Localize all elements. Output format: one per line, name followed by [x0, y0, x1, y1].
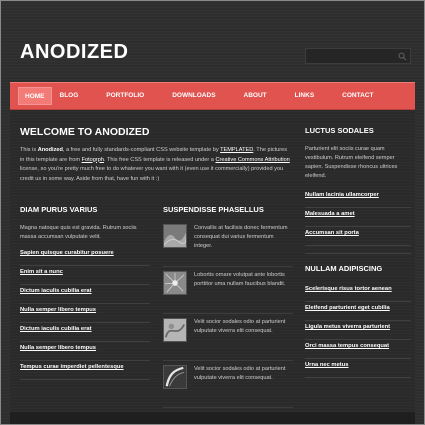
welcome-title: WELCOME TO ANODIZED	[20, 126, 150, 138]
search-input[interactable]	[306, 53, 410, 68]
sidebar-link-list: Scelerisque risus tortor aenean Eleifend…	[305, 283, 411, 378]
sidebar-link[interactable]: Malesuada a amet	[305, 208, 411, 227]
sidebar: LUCTUS SODALES Parturient elit sociis cu…	[305, 126, 411, 378]
item-text: Velit socior sodales odio at parturient …	[194, 366, 286, 381]
divider	[305, 253, 411, 254]
sidebar-link[interactable]: Ligula metus viverra parturient	[305, 321, 411, 340]
sidebar-link-list: Nullam lacinia ullamcorper Malesuada a a…	[305, 189, 411, 246]
nav-item-downloads[interactable]: DOWNLOADS	[158, 87, 229, 105]
column-suspendisse: SUSPENDISSE PHASELLUS Convallis at facil…	[163, 205, 293, 412]
sidebar-title: NULLAM ADIPISCING	[305, 264, 383, 273]
nav-item-links[interactable]: LINKS	[281, 87, 329, 105]
license-link[interactable]: Creative Commons Attribution	[215, 157, 289, 163]
portfolio-item: Velit socior sodales odio at parturient …	[163, 365, 293, 408]
sidebar-link[interactable]: Orci massa tempus consequat	[305, 340, 411, 359]
portfolio-item: Lobortis ornare volutpat ante lobortis p…	[163, 271, 293, 314]
nav-item-portfolio[interactable]: PORTFOLIO	[92, 87, 158, 105]
brand-name: Anodized	[37, 147, 63, 153]
list-link[interactable]: Nulla semper libero tempus	[20, 342, 150, 361]
nav-item-blog[interactable]: BLOG	[56, 87, 93, 105]
welcome-text: This is Anodized, a free and fully stand…	[20, 147, 290, 182]
main-nav: HOME BLOG PORTFOLIO DOWNLOADS ABOUT LINK…	[10, 82, 415, 110]
templated-link[interactable]: TEMPLATED	[220, 147, 253, 153]
sidebar-link[interactable]: Nullam lacinia ullamcorper	[305, 189, 411, 208]
footer-bar	[10, 412, 415, 425]
list-link[interactable]: Enim sit a nunc	[20, 266, 150, 285]
list-link[interactable]: Nulla semper libero tempus	[20, 304, 150, 323]
fotogrph-link[interactable]: Fotogrph	[82, 157, 104, 163]
thumbnail-image[interactable]	[163, 271, 187, 295]
portfolio-item: Convallis at facilisis donec fermentum c…	[163, 224, 293, 267]
item-text: Lobortis ornare volutpat ante lobortis p…	[194, 272, 286, 287]
thumbnail-image[interactable]	[163, 318, 187, 342]
list-link[interactable]: Tempus curae imperdiet pellentesque	[20, 361, 150, 380]
section-title: DIAM PURUS VARIUS	[20, 205, 98, 214]
link-list: Sapien quisque curabitur posuere Enim si…	[20, 247, 150, 380]
list-link[interactable]: Sapien quisque curabitur posuere	[20, 247, 150, 266]
sidebar-link[interactable]: Eleifend parturient eget cubilia	[305, 302, 411, 321]
portfolio-item: Velit socior sodales odio at parturient …	[163, 318, 293, 361]
thumbnail-image[interactable]	[163, 224, 187, 248]
column-diam: DIAM PURUS VARIUS Magna natoque quis est…	[20, 205, 150, 380]
sidebar-link[interactable]: Urna nec metus	[305, 359, 411, 378]
sidebar-text: Parturient elit sociis curae quam vestib…	[305, 146, 398, 179]
site-logo[interactable]: ANODIZED	[20, 41, 128, 64]
nav-item-about[interactable]: ABOUT	[230, 87, 281, 105]
item-text: Convallis at facilisis donec fermentum c…	[194, 225, 288, 249]
thumbnail-image[interactable]	[163, 365, 187, 389]
section-text: Magna natoque quis est gravida. Rutrum s…	[20, 225, 137, 240]
search-box[interactable]	[305, 48, 411, 68]
list-link[interactable]: Dictum iaculis cubilia erat	[20, 323, 150, 342]
nav-item-contact[interactable]: CONTACT	[328, 87, 387, 105]
sidebar-link[interactable]: Scelerisque risus tortor aenean	[305, 283, 411, 302]
list-link[interactable]: Dictum iaculis cubilia erat	[20, 285, 150, 304]
nav-item-home[interactable]: HOME	[18, 87, 52, 105]
item-text: Velit socior sodales odio at parturient …	[194, 319, 286, 334]
search-icon[interactable]	[398, 52, 407, 61]
sidebar-title: LUCTUS SODALES	[305, 126, 374, 135]
section-title: SUSPENDISSE PHASELLUS	[163, 205, 264, 214]
sidebar-link[interactable]: Accumsan sit porta	[305, 227, 411, 246]
